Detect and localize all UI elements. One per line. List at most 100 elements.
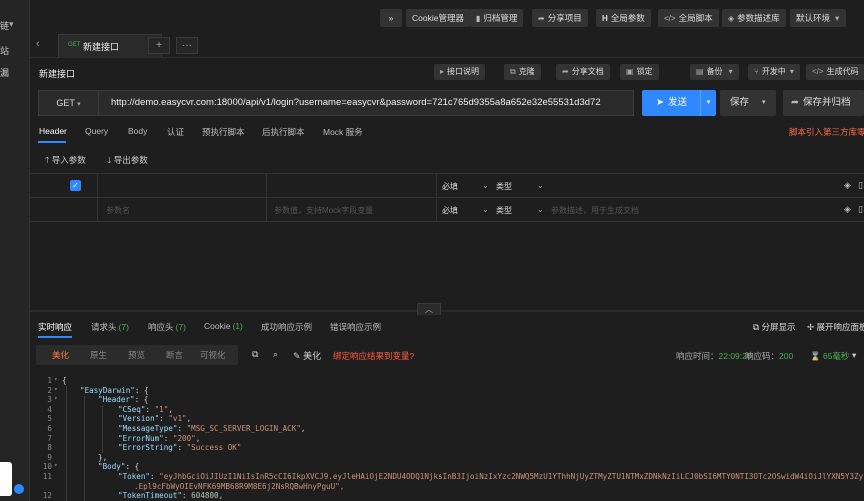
param-actions: 🡑 导入参数 🡓 导出参数 xyxy=(30,150,864,170)
send-dropdown-button[interactable]: ▾ xyxy=(700,90,716,116)
tab-mock[interactable]: Mock 服务 xyxy=(323,126,363,138)
share-doc-button[interactable]: ➦ 分享文档 xyxy=(556,64,610,80)
api-doc-button[interactable]: ▸ 接口说明 xyxy=(434,64,486,80)
gen-code-button[interactable]: </> 生成代码 xyxy=(806,64,864,80)
fold-icon[interactable]: ▾ xyxy=(54,395,58,402)
left-item-a[interactable]: 链 xyxy=(0,19,9,32)
env-select[interactable]: 默认环境 ▾ xyxy=(790,9,846,27)
tab-query[interactable]: Query xyxy=(85,126,108,136)
left-item-b[interactable]: 站 xyxy=(0,44,9,57)
chevron-down-icon: ▾ xyxy=(789,67,794,76)
chevron-down-icon: ▾ xyxy=(77,101,81,108)
cookie-manager-button[interactable]: Cookie管理器 xyxy=(406,9,470,27)
value-cell[interactable] xyxy=(267,174,437,198)
required-select[interactable]: 必填 xyxy=(442,181,458,192)
json-key: "TokenTimeout" xyxy=(118,491,183,501)
name-cell[interactable] xyxy=(98,174,267,198)
tab-pre-script[interactable]: 预执行脚本 xyxy=(202,126,245,138)
send-button[interactable]: ➤ 发送 xyxy=(642,90,700,116)
panel-splitter[interactable] xyxy=(30,310,864,312)
expand-button[interactable]: » xyxy=(380,9,402,27)
format-raw[interactable]: 原生 xyxy=(90,349,107,361)
format-preview[interactable]: 预览 xyxy=(128,349,145,361)
tab-request-headers[interactable]: 请求头 (7) xyxy=(91,321,129,333)
code-text: { xyxy=(62,376,67,385)
chevron-left-icon[interactable]: ‹ xyxy=(36,38,40,50)
env-label: 默认环境 xyxy=(796,13,831,23)
h-icon: H xyxy=(602,14,608,23)
cube-icon[interactable]: ◈ xyxy=(844,180,851,191)
tab-error-example[interactable]: 错误响应示例 xyxy=(330,321,381,333)
method-select[interactable]: GET ▾ xyxy=(38,90,98,116)
delete-icon[interactable]: ▯ xyxy=(858,204,863,215)
fold-icon[interactable]: ▾ xyxy=(54,386,58,393)
left-item-c[interactable]: 漏 xyxy=(0,66,9,79)
save-dropdown-button[interactable]: ▾ xyxy=(762,90,776,116)
split-view-button[interactable]: ⧉ 分屏显示 xyxy=(753,321,795,333)
import-params-button[interactable]: 🡑 导入参数 xyxy=(45,154,86,169)
backup-button[interactable]: ▤ 备份 ▾ xyxy=(690,64,739,80)
required-select[interactable]: 必填 xyxy=(442,205,458,216)
line-number: 10 xyxy=(42,462,52,472)
chevron-down-icon[interactable]: ▾ xyxy=(852,350,856,361)
url-input[interactable]: http://demo.easycvr.com:18000/api/v1/log… xyxy=(98,90,634,116)
tab-body[interactable]: Body xyxy=(128,126,147,136)
count-badge: (1) xyxy=(232,321,243,331)
copy-icon[interactable]: ⧉ xyxy=(252,349,258,360)
backup-label: 备份 xyxy=(706,67,723,76)
chevron-down-icon[interactable]: ⌄ xyxy=(482,181,489,190)
checkbox[interactable]: ✓ xyxy=(70,180,81,191)
expand-panel-button[interactable]: ✢ 展开响应面板 xyxy=(807,321,864,333)
fold-icon[interactable]: ▾ xyxy=(54,462,58,469)
floating-widget[interactable] xyxy=(0,462,12,496)
status-select[interactable]: ⑂ 开发中 ▾ xyxy=(748,64,800,80)
value-cell[interactable]: 参数值，支持Mock字段变量 xyxy=(267,198,437,222)
response-body[interactable]: 1 ▾{ 2 ▾ "EasyDarwin": { 3 ▾ "Header": { 4 "CS… xyxy=(30,372,864,501)
desc-placeholder[interactable]: 参数描述，用于生成文档 xyxy=(551,205,639,216)
archive-button[interactable]: ▮ 归档管理 xyxy=(470,9,524,27)
tab-cookie[interactable]: Cookie (1) xyxy=(204,321,243,331)
share-doc-label: 分享文档 xyxy=(571,67,604,76)
cube-icon[interactable]: ◈ xyxy=(844,204,851,215)
more-tabs-button[interactable]: ··· xyxy=(176,37,198,54)
format-pretty[interactable]: 美化 xyxy=(52,349,69,361)
tab-post-script[interactable]: 后执行脚本 xyxy=(262,126,305,138)
fold-icon[interactable]: ▾ xyxy=(54,376,58,383)
type-select[interactable]: 类型 xyxy=(496,181,512,192)
floating-widget-dot[interactable] xyxy=(14,484,24,494)
save-archive-button[interactable]: ➦ 保存并归档 xyxy=(783,90,864,116)
global-params-button[interactable]: H 全局参数 xyxy=(596,9,651,27)
code-text: "Body": { xyxy=(98,462,140,472)
search-icon[interactable]: ⌕ xyxy=(273,349,278,360)
add-tab-button[interactable]: + xyxy=(148,37,170,54)
chevron-down-icon[interactable]: ⌄ xyxy=(537,181,544,190)
tab-new-api[interactable]: GET 新建接口 xyxy=(58,34,162,58)
tab-auth[interactable]: 认证 xyxy=(167,126,184,138)
param-lib-button[interactable]: ◈ 参数描述库 xyxy=(722,9,786,27)
global-script-button[interactable]: </> 全局脚本 xyxy=(658,9,719,27)
lock-button[interactable]: ▣ 锁定 xyxy=(620,64,659,80)
beautify-button[interactable]: ✎ 美化 xyxy=(293,349,321,362)
format-visualize[interactable]: 可视化 xyxy=(200,349,226,361)
chevron-down-icon[interactable]: ▾ xyxy=(9,19,14,30)
bind-variable-link[interactable]: 绑定响应结果到变量? xyxy=(333,350,414,362)
delete-icon[interactable]: ▯ xyxy=(858,180,863,191)
tab-response-headers[interactable]: 响应头 (7) xyxy=(148,321,186,333)
name-cell[interactable]: 参数名 xyxy=(98,198,267,222)
share-project-button[interactable]: ➦ 分享项目 xyxy=(532,9,588,27)
tab-header[interactable]: Header xyxy=(39,126,67,136)
tab-success-example[interactable]: 成功响应示例 xyxy=(261,321,312,333)
format-assert[interactable]: 断言 xyxy=(166,349,183,361)
script-library-link[interactable]: 脚本引入第三方库零 xyxy=(789,126,864,138)
global-params-label: 全局参数 xyxy=(610,13,645,23)
export-params-button[interactable]: 🡓 导出参数 xyxy=(107,154,148,169)
type-select[interactable]: 类型 xyxy=(496,205,512,216)
expand-icon: ✢ xyxy=(807,322,815,332)
json-value: "200" xyxy=(172,433,196,443)
chevron-down-icon[interactable]: ⌄ xyxy=(482,205,489,214)
tab-live-response[interactable]: 实时响应 xyxy=(38,321,72,333)
code-text: }, xyxy=(98,452,108,462)
chevron-down-icon[interactable]: ⌄ xyxy=(537,205,544,214)
clone-button[interactable]: ⧉ 克隆 xyxy=(504,64,541,80)
line-number: 3 xyxy=(47,395,52,405)
